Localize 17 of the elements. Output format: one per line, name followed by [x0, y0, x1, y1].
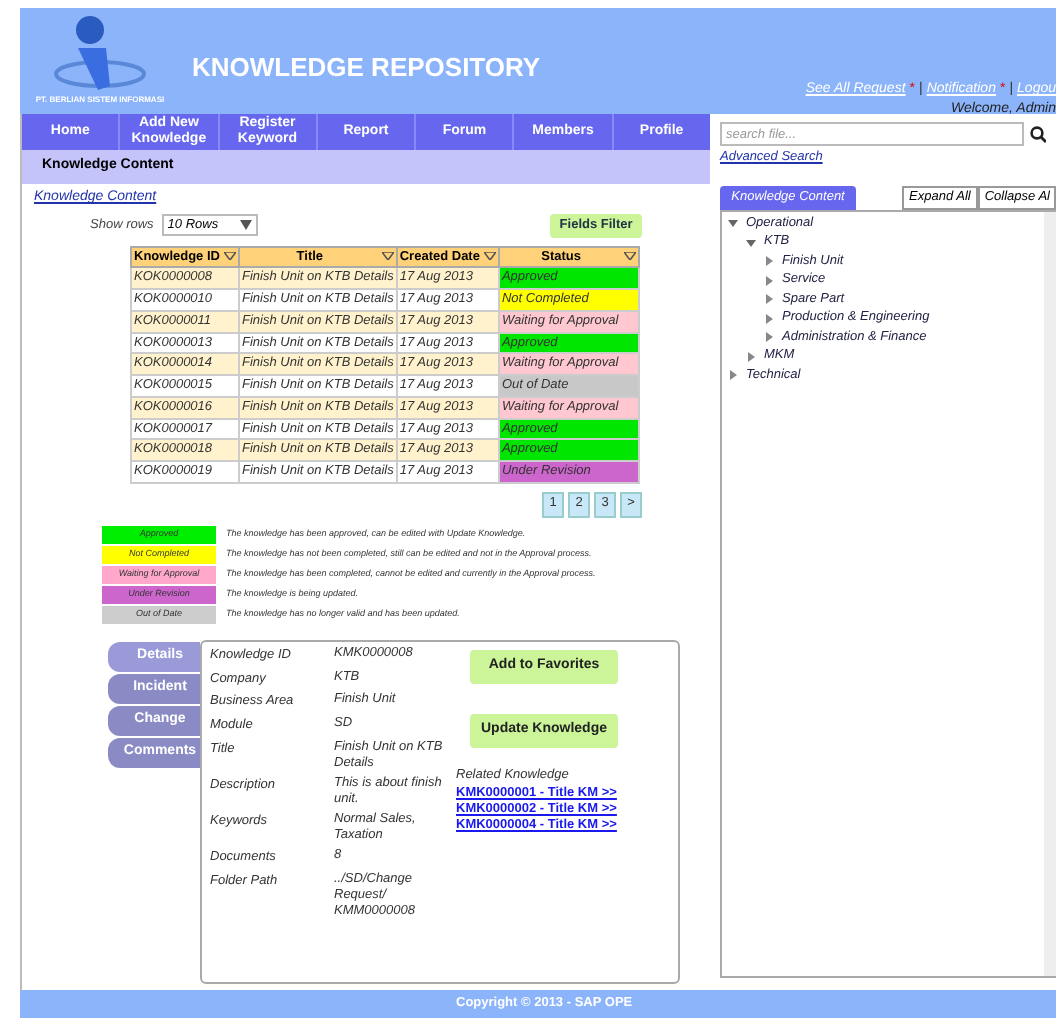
caret-icon[interactable] [764, 256, 774, 266]
dropdown-arrow-icon [239, 220, 252, 230]
caret-icon[interactable] [728, 370, 738, 380]
sort-icon [483, 252, 496, 261]
caret-icon[interactable] [764, 332, 774, 342]
app-title: KNOWLEDGE REPOSITORY [192, 50, 541, 86]
caret-icon[interactable] [746, 237, 756, 247]
logo-icon [50, 14, 150, 94]
sort-icon [223, 252, 236, 261]
caret-icon[interactable] [764, 275, 774, 285]
sort-icon [381, 252, 394, 261]
caret-icon[interactable] [764, 313, 774, 323]
search-icon [1030, 125, 1046, 143]
caret-icon[interactable] [746, 351, 756, 361]
sort-icon [624, 252, 637, 261]
caret-icon[interactable] [764, 294, 774, 304]
caret-icon[interactable] [728, 218, 738, 228]
